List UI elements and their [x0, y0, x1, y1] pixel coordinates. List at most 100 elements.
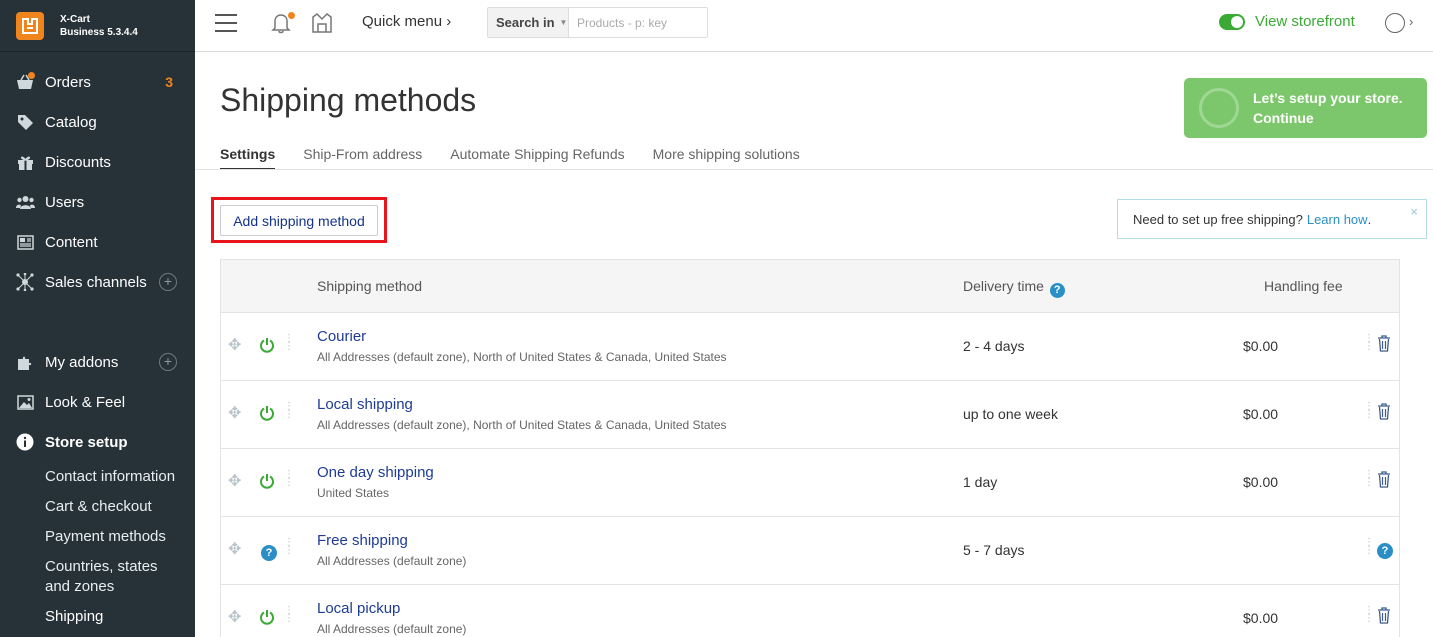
row-menu-icon[interactable]: ⋮ ⋮	[284, 402, 294, 427]
row-menu-icon[interactable]: ⋮ ⋮	[284, 470, 294, 495]
store-icon[interactable]	[311, 12, 333, 34]
help-icon[interactable]: ?	[259, 541, 277, 561]
brand-version: Business 5.3.4.4	[60, 26, 138, 38]
trash-icon[interactable]	[1377, 403, 1393, 421]
search-in-label: Search in	[496, 15, 555, 30]
search-in-select[interactable]: Search in ▼	[488, 8, 569, 37]
power-on-icon[interactable]	[259, 609, 277, 627]
brand[interactable]: X-Cart Business 5.3.4.4	[0, 0, 195, 52]
trash-icon[interactable]	[1377, 335, 1393, 353]
row-menu-icon[interactable]: ⋮ ⋮	[284, 538, 294, 563]
add-sales-channel-icon[interactable]: +	[159, 273, 177, 291]
sidebar-item-content[interactable]: Content	[0, 222, 195, 262]
drag-handle-icon[interactable]: ✥	[228, 542, 244, 558]
delivery-time: 2 - 4 days	[963, 338, 1025, 354]
method-zones: All Addresses (default zone), North of U…	[317, 418, 727, 432]
sidebar-item-catalog[interactable]: Catalog	[0, 102, 195, 142]
sidebar: X-Cart Business 5.3.4.4 Orders 3 Catalog…	[0, 0, 195, 637]
search-input[interactable]	[569, 8, 707, 37]
page-title: Shipping methods	[220, 82, 477, 118]
sidebar-item-look-feel[interactable]: Look & Feel	[0, 382, 195, 422]
method-name-link[interactable]: Free shipping	[317, 532, 408, 549]
sidebar-subitem-countries-states-zones[interactable]: Countries, states and zones	[0, 552, 170, 602]
row-menu-icon[interactable]: ⋮ ⋮	[1364, 334, 1374, 359]
row-menu-icon[interactable]: ⋮ ⋮	[1364, 470, 1374, 495]
bell-notification-dot	[288, 12, 295, 19]
table-row: ✥ ? ⋮ ⋮ Free shipping All Addresses (defa…	[221, 517, 1399, 585]
power-on-icon[interactable]	[259, 473, 277, 491]
tab-settings[interactable]: Settings	[220, 146, 276, 170]
method-name-link[interactable]: One day shipping	[317, 464, 434, 481]
row-menu-icon[interactable]: ⋮ ⋮	[1364, 402, 1374, 427]
free-shipping-notice: Need to set up free shipping? Learn how.…	[1117, 199, 1427, 239]
sidebar-item-label: Content	[45, 233, 98, 251]
method-zones: All Addresses (default zone), North of U…	[317, 350, 727, 364]
handling-fee[interactable]: $0.00	[1243, 338, 1278, 354]
sidebar-item-sales-channels[interactable]: Sales channels +	[0, 262, 195, 302]
row-menu-icon[interactable]: ⋮ ⋮	[284, 606, 294, 631]
method-zones: All Addresses (default zone)	[317, 554, 467, 568]
sidebar-subitem-shipping[interactable]: Shipping	[0, 602, 195, 632]
sidebar-subitem-contact-information[interactable]: Contact information	[0, 462, 195, 492]
sidebar-item-my-addons[interactable]: My addons +	[0, 342, 195, 382]
delivery-time: 1 day	[963, 474, 998, 490]
setup-store-line1: Let’s setup your store.	[1253, 90, 1403, 106]
power-on-icon[interactable]	[259, 337, 277, 355]
storefront-toggle-icon[interactable]	[1219, 13, 1245, 30]
view-storefront-link[interactable]: View storefront	[1219, 13, 1355, 30]
column-header-handling-fee: Handling fee	[1264, 278, 1343, 294]
trash-icon[interactable]	[1377, 607, 1393, 625]
sidebar-item-users[interactable]: Users	[0, 182, 195, 222]
setup-store-text: Let’s setup your store. Continue	[1253, 88, 1403, 128]
row-menu-icon[interactable]: ⋮ ⋮	[284, 334, 294, 359]
info-icon	[15, 432, 35, 452]
handling-fee[interactable]: $0.00	[1243, 474, 1278, 490]
method-name-link[interactable]: Local shipping	[317, 396, 413, 413]
shipping-methods-table: Shipping method Delivery time ? Handling…	[220, 259, 1400, 637]
trash-icon[interactable]	[1377, 471, 1393, 489]
drag-handle-icon[interactable]: ✥	[228, 610, 244, 626]
puzzle-icon	[15, 352, 35, 372]
add-addon-icon[interactable]: +	[159, 353, 177, 371]
sidebar-item-label: Discounts	[45, 153, 111, 171]
tab-more-shipping-solutions[interactable]: More shipping solutions	[653, 146, 800, 170]
row-menu-icon[interactable]: ⋮ ⋮	[1364, 538, 1374, 563]
drag-handle-icon[interactable]: ✥	[228, 406, 244, 422]
method-name-link[interactable]: Courier	[317, 328, 366, 345]
close-icon[interactable]: ×	[1410, 204, 1418, 219]
drag-handle-icon[interactable]: ✥	[228, 474, 244, 490]
menu-toggle-icon[interactable]	[215, 14, 237, 32]
row-menu-icon[interactable]: ⋮ ⋮	[1364, 606, 1374, 631]
notice-period: .	[1367, 211, 1372, 227]
sidebar-item-orders[interactable]: Orders 3	[0, 62, 195, 102]
notice-text: Need to set up free shipping?	[1133, 211, 1303, 227]
help-icon[interactable]: ?	[1049, 283, 1065, 298]
learn-how-link[interactable]: Learn how	[1307, 212, 1368, 227]
drag-handle-icon[interactable]: ✥	[228, 338, 244, 354]
sidebar-item-discounts[interactable]: Discounts	[0, 142, 195, 182]
table-header: Shipping method Delivery time ? Handling…	[221, 260, 1399, 313]
sidebar-item-store-setup[interactable]: Store setup	[0, 422, 195, 462]
setup-store-banner[interactable]: Let’s setup your store. Continue	[1184, 78, 1427, 138]
user-avatar-icon[interactable]	[1385, 13, 1405, 33]
orders-icon	[15, 72, 35, 92]
help-icon-glyph: ?	[1377, 543, 1393, 559]
tab-ship-from-address[interactable]: Ship-From address	[303, 146, 422, 170]
help-icon-glyph: ?	[261, 545, 277, 561]
help-icon[interactable]: ?	[1375, 539, 1393, 559]
power-on-icon[interactable]	[259, 405, 277, 423]
column-header-delivery-time: Delivery time ?	[963, 278, 1065, 298]
chevron-right-icon[interactable]: ›	[1409, 14, 1413, 29]
tab-automate-shipping-refunds[interactable]: Automate Shipping Refunds	[450, 146, 624, 170]
setup-store-continue[interactable]: Continue	[1253, 108, 1403, 128]
table-row: ✥ ⋮ ⋮ Local pickup All Addresses (default…	[221, 585, 1399, 637]
method-name-link[interactable]: Local pickup	[317, 600, 400, 617]
sidebar-subitem-cart-checkout[interactable]: Cart & checkout	[0, 492, 195, 522]
sidebar-subitem-payment-methods[interactable]: Payment methods	[0, 522, 195, 552]
handling-fee[interactable]: $0.00	[1243, 406, 1278, 422]
bell-icon[interactable]	[271, 12, 295, 34]
handling-fee[interactable]: $0.00	[1243, 610, 1278, 626]
add-shipping-method-button[interactable]: Add shipping method	[220, 205, 378, 236]
quick-menu[interactable]: Quick menu ›	[362, 13, 451, 30]
